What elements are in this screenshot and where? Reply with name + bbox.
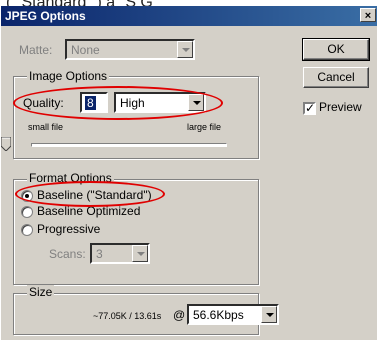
format-options-title: Format Options bbox=[27, 171, 114, 185]
quality-preset-select[interactable]: High bbox=[114, 92, 206, 113]
ok-button[interactable]: OK bbox=[302, 38, 370, 61]
cancel-button[interactable]: Cancel bbox=[303, 67, 369, 88]
close-icon: × bbox=[364, 10, 372, 22]
quality-value: 8 bbox=[85, 96, 96, 110]
preview-checkbox[interactable]: ✓ bbox=[303, 101, 316, 115]
preview-label[interactable]: Preview bbox=[319, 100, 362, 114]
matte-select[interactable]: None bbox=[65, 39, 195, 60]
quality-preset-value: High bbox=[120, 96, 145, 110]
size-title: Size bbox=[27, 285, 55, 299]
window-title: JPEG Options bbox=[5, 9, 86, 23]
chevron-down-icon bbox=[132, 245, 148, 262]
size-estimate: ~77.05K / 13.61s bbox=[93, 311, 162, 321]
scans-label: Scans: bbox=[49, 247, 86, 261]
connection-speed-select[interactable]: 56.6Kbps bbox=[187, 304, 279, 325]
close-button[interactable]: × bbox=[360, 8, 376, 22]
baseline-optimized-radio[interactable] bbox=[21, 206, 33, 218]
cancel-button-label: Cancel bbox=[317, 70, 355, 84]
scans-value: 3 bbox=[96, 247, 103, 261]
quality-label: Quality: bbox=[23, 96, 64, 110]
progressive-label[interactable]: Progressive bbox=[37, 222, 100, 236]
ok-button-label: OK bbox=[327, 42, 345, 56]
connection-speed-value: 56.6Kbps bbox=[193, 308, 244, 322]
image-options-title: Image Options bbox=[27, 69, 110, 83]
large-file-label: large file bbox=[187, 122, 222, 132]
title-bar[interactable]: JPEG Options × bbox=[1, 6, 377, 26]
baseline-standard-radio[interactable] bbox=[21, 190, 33, 202]
matte-label: Matte: bbox=[19, 43, 53, 57]
chevron-down-icon bbox=[261, 306, 277, 323]
quality-slider-thumb[interactable] bbox=[1, 137, 11, 151]
small-file-label: small file bbox=[28, 122, 64, 132]
chevron-down-icon bbox=[177, 41, 193, 58]
checkmark-icon: ✓ bbox=[305, 101, 316, 115]
quality-input[interactable]: 8 bbox=[80, 92, 108, 113]
matte-value: None bbox=[71, 43, 100, 57]
baseline-standard-label[interactable]: Baseline ("Standard") bbox=[37, 188, 152, 202]
progressive-radio[interactable] bbox=[21, 224, 33, 236]
jpeg-options-dialog: JPEG Options × Matte: None Image Options… bbox=[0, 6, 377, 340]
at-symbol: @ bbox=[173, 308, 186, 322]
quality-slider-track[interactable] bbox=[31, 143, 227, 147]
chevron-down-icon bbox=[188, 94, 204, 111]
baseline-optimized-label[interactable]: Baseline Optimized bbox=[37, 204, 140, 218]
scans-select[interactable]: 3 bbox=[90, 243, 150, 264]
